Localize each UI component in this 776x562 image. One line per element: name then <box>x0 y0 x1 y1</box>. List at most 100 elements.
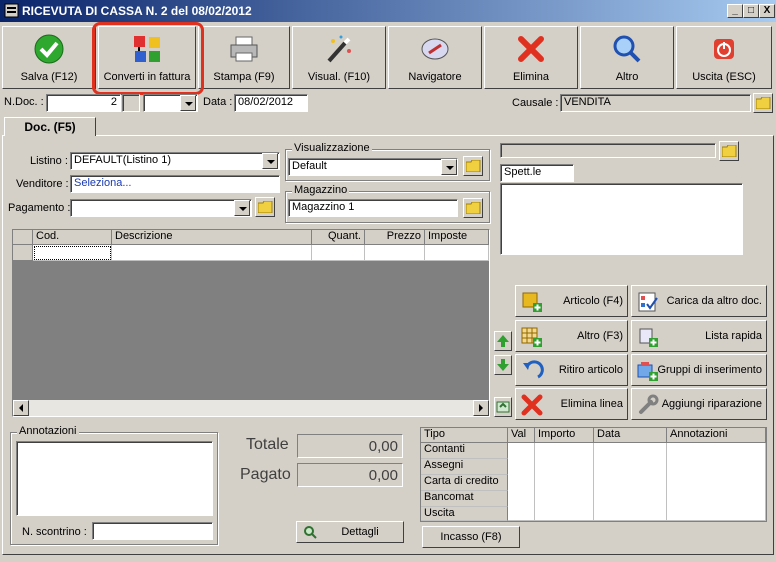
box-add-icon <box>522 292 542 312</box>
payment-type-assegni: Assegni <box>421 459 508 475</box>
totale-value: 0,00 <box>297 434 403 458</box>
table-add-icon <box>521 327 542 347</box>
dettagli-button[interactable]: Dettagli <box>296 521 404 543</box>
payments-col-annotazioni: Annotazioni <box>667 428 766 443</box>
payment-type-contanti: Contanti <box>421 443 508 459</box>
scroll-left-button[interactable] <box>13 400 29 416</box>
grid-cell-prezzo[interactable] <box>365 245 425 261</box>
causale-label: Causale : <box>512 97 559 109</box>
grid-cell-quant[interactable] <box>312 245 365 261</box>
delete-x-icon <box>521 394 543 416</box>
scroll-right-button[interactable] <box>473 400 489 416</box>
highlight-frame <box>92 22 204 95</box>
folder-icon <box>466 160 481 172</box>
magazzino-field[interactable]: Magazzino 1 <box>288 199 458 217</box>
ndoc-spin[interactable] <box>122 94 140 112</box>
move-up-button[interactable] <box>494 331 512 351</box>
print-button[interactable]: Stampa (F9) <box>198 26 290 89</box>
customer-search-field[interactable] <box>500 143 716 158</box>
grid-cell-descrizione[interactable] <box>112 245 312 261</box>
row-selector[interactable] <box>13 245 33 261</box>
incasso-button[interactable]: Incasso (F8) <box>422 526 520 548</box>
add-other-button[interactable]: Altro (F3) <box>515 320 628 352</box>
close-button[interactable]: X <box>759 4 775 18</box>
payments-annotazioni-column[interactable] <box>667 443 766 521</box>
chevron-down-icon[interactable] <box>262 153 278 169</box>
customer-address-box[interactable] <box>500 183 743 255</box>
ndoc-field[interactable]: 2 <box>46 94 121 112</box>
payments-data-column[interactable] <box>594 443 667 521</box>
folder-icon <box>756 97 771 109</box>
pagamento-browse-button[interactable] <box>255 197 275 217</box>
payment-type-bancomat: Bancomat <box>421 491 508 507</box>
date-label: Data : <box>203 96 233 108</box>
exit-button[interactable]: Uscita (ESC) <box>676 26 772 89</box>
venditore-field[interactable]: Seleziona... <box>70 175 280 193</box>
scontrino-label: N. scontrino : <box>22 526 87 538</box>
col-header-imposte[interactable]: Imposte <box>425 230 489 245</box>
checklist-icon <box>638 292 658 312</box>
col-header-prezzo[interactable]: Prezzo <box>365 230 425 245</box>
venditore-label: Venditore : <box>16 178 69 190</box>
folder-icon <box>258 201 273 213</box>
chevron-down-icon[interactable] <box>441 159 457 175</box>
col-header-descrizione[interactable]: Descrizione <box>112 230 312 245</box>
arrow-up-icon <box>497 335 509 347</box>
save-button[interactable]: Salva (F12) <box>2 26 96 89</box>
refresh-row-button[interactable] <box>494 397 512 417</box>
visualizzazione-title: Visualizzazione <box>292 142 372 154</box>
payment-type-carta: Carta di credito <box>421 475 508 491</box>
customer-browse-button[interactable] <box>719 141 739 161</box>
magnifier-icon <box>613 35 641 63</box>
scontrino-field[interactable] <box>92 522 213 540</box>
payments-val-column[interactable] <box>508 443 535 521</box>
delete-button[interactable]: Elimina <box>484 26 578 89</box>
load-from-doc-button[interactable]: Carica da altro doc. <box>631 285 767 317</box>
payments-col-val: Val <box>508 428 535 443</box>
chevron-down-icon[interactable] <box>180 95 196 111</box>
return-article-button[interactable]: Ritiro articolo <box>515 354 628 386</box>
magazzino-browse-button[interactable] <box>463 198 483 218</box>
col-header-cod[interactable]: Cod. <box>33 230 112 245</box>
insertion-groups-button[interactable]: Gruppi di inserimento <box>631 354 767 386</box>
view-button[interactable]: Visual. (F10) <box>292 26 386 89</box>
tab-doc[interactable]: Doc. (F5) <box>4 117 96 136</box>
grid-cell-imposte[interactable] <box>425 245 489 261</box>
annotazioni-textarea[interactable] <box>16 441 213 516</box>
arrow-down-icon <box>497 359 509 371</box>
magnifier-icon <box>304 526 317 539</box>
annotazioni-title: Annotazioni <box>17 425 79 437</box>
minimize-button[interactable]: _ <box>727 4 743 18</box>
delete-x-icon <box>518 36 544 62</box>
group-add-icon <box>637 362 658 381</box>
maximize-button[interactable]: □ <box>743 4 759 18</box>
payments-col-tipo: Tipo <box>421 428 508 443</box>
other-button[interactable]: Altro <box>580 26 674 89</box>
folder-icon <box>722 145 737 157</box>
spett-field[interactable]: Spett.le <box>500 164 574 182</box>
grid-cell-cod[interactable] <box>33 245 112 261</box>
magazzino-title: Magazzino <box>292 184 350 196</box>
add-repair-button[interactable]: Aggiungi riparazione <box>631 388 767 420</box>
horizontal-scrollbar[interactable] <box>13 400 489 416</box>
visualizzazione-browse-button[interactable] <box>463 156 483 176</box>
add-article-button[interactable]: Articolo (F4) <box>515 285 628 317</box>
ndoc-label: N.Doc. : <box>4 96 44 108</box>
chevron-down-icon[interactable] <box>234 200 250 216</box>
delete-line-button[interactable]: Elimina linea <box>515 388 628 420</box>
date-field[interactable]: 08/02/2012 <box>234 94 308 112</box>
causale-field[interactable]: VENDITA <box>560 94 751 112</box>
folder-icon <box>466 202 481 214</box>
causale-browse-button[interactable] <box>753 93 773 113</box>
quick-list-button[interactable]: Lista rapida <box>631 320 767 352</box>
navigator-button[interactable]: Navigatore <box>388 26 482 89</box>
col-header-quant[interactable]: Quant. <box>312 230 365 245</box>
visualizzazione-select[interactable]: Default <box>288 158 458 176</box>
payments-importo-column[interactable] <box>535 443 594 521</box>
payment-type-uscita: Uscita <box>421 507 508 521</box>
move-down-button[interactable] <box>494 355 512 375</box>
pagamento-select[interactable] <box>70 199 252 217</box>
listino-select[interactable]: DEFAULT(Listino 1) <box>70 152 280 170</box>
items-grid[interactable]: Cod. Descrizione Quant. Prezzo Imposte <box>12 229 490 417</box>
payments-grid[interactable]: Tipo Val Importo Data Annotazioni Contan… <box>420 427 767 522</box>
